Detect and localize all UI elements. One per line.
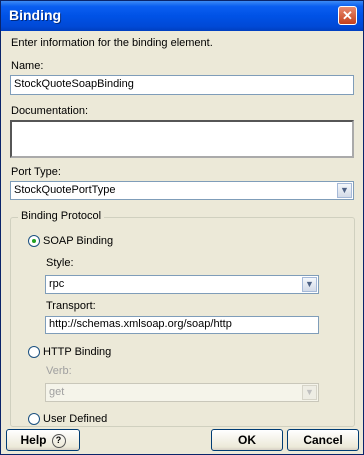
http-binding-radio[interactable] <box>28 346 40 358</box>
style-select[interactable]: rpc ▼ <box>45 275 319 294</box>
http-binding-label[interactable]: HTTP Binding <box>43 346 111 358</box>
verb-select: get ▼ <box>45 383 319 402</box>
documentation-label: Documentation: <box>11 105 89 117</box>
name-label: Name: <box>11 60 44 72</box>
soap-binding-label[interactable]: SOAP Binding <box>43 235 113 247</box>
soap-binding-radio[interactable] <box>28 235 40 247</box>
user-defined-label[interactable]: User Defined <box>43 413 107 425</box>
help-icon: ? <box>51 433 66 448</box>
port-type-value: StockQuotePortType <box>14 184 116 196</box>
ok-button-label: OK <box>238 433 256 447</box>
documentation-textarea[interactable] <box>10 120 354 158</box>
cancel-button-label: Cancel <box>303 433 343 447</box>
binding-protocol-label: Binding Protocol <box>18 210 105 222</box>
port-type-label: Port Type: <box>11 166 61 178</box>
chevron-down-icon: ▼ <box>302 385 317 400</box>
transport-label: Transport: <box>46 300 96 312</box>
transport-input[interactable]: http://schemas.xmlsoap.org/soap/http <box>45 316 319 334</box>
button-bar: Help? OK Cancel <box>1 427 363 454</box>
intro-text: Enter information for the binding elemen… <box>11 37 213 49</box>
window-title: Binding <box>9 7 62 23</box>
verb-value: get <box>49 386 65 398</box>
cancel-button[interactable]: Cancel <box>287 429 359 451</box>
port-type-select[interactable]: StockQuotePortType ▼ <box>10 181 354 200</box>
binding-dialog: Binding ✕ Enter information for the bind… <box>0 0 364 455</box>
close-icon: ✕ <box>342 8 353 23</box>
help-button-label: Help <box>20 433 47 447</box>
close-button[interactable]: ✕ <box>338 6 357 25</box>
user-defined-radio[interactable] <box>28 413 40 425</box>
title-bar[interactable]: Binding ✕ <box>1 1 363 31</box>
ok-button[interactable]: OK <box>211 429 283 451</box>
help-button[interactable]: Help? <box>6 429 80 451</box>
chevron-down-icon[interactable]: ▼ <box>337 183 352 198</box>
style-label: Style: <box>46 257 74 269</box>
verb-label: Verb: <box>46 365 72 377</box>
style-value: rpc <box>49 278 65 290</box>
name-input[interactable]: StockQuoteSoapBinding <box>10 75 354 95</box>
chevron-down-icon[interactable]: ▼ <box>302 277 317 292</box>
